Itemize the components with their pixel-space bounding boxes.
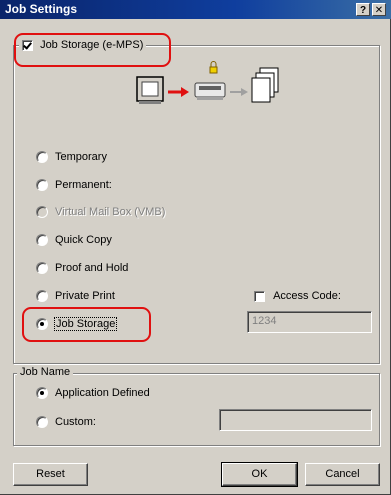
radio-application-defined[interactable] [36,387,48,400]
pages-stack-icon [251,67,279,103]
access-code-label: Access Code: [273,290,341,303]
radio-temporary[interactable] [36,151,48,164]
access-code-check[interactable] [254,290,265,302]
window-title: Job Settings [5,2,78,16]
option-proof-and-hold[interactable]: Proof and Hold [36,262,128,278]
option-custom[interactable]: Custom: [36,416,96,432]
option-custom-label: Custom: [55,416,96,429]
radio-quick-copy[interactable] [36,234,48,247]
option-proof-and-hold-label: Proof and Hold [55,262,129,275]
custom-job-name-field [219,409,372,431]
job-storage-illustration [136,61,279,104]
radio-private-print[interactable] [36,290,48,303]
title-bar: Job Settings ? ✕ [0,0,391,19]
cancel-button[interactable]: Cancel [305,463,380,486]
radio-virtual-mail-box [36,206,48,219]
job-name-legend: Job Name [17,366,74,378]
access-code-field: 1234 [247,311,372,333]
reset-button[interactable]: Reset [13,463,88,486]
option-permanent[interactable]: Permanent: [36,179,112,195]
option-virtual-mail-box: Virtual Mail Box (VMB) [36,206,165,222]
printer-lock-icon [194,61,226,100]
option-temporary[interactable]: Temporary [36,151,107,167]
option-application-defined-label: Application Defined [55,387,150,400]
ok-button[interactable]: OK [221,462,298,487]
option-temporary-label: Temporary [55,151,107,164]
option-quick-copy-label: Quick Copy [55,234,112,247]
radio-permanent[interactable] [36,179,48,192]
option-application-defined[interactable]: Application Defined [36,387,150,403]
red-arrow-icon [168,87,189,97]
close-button[interactable]: ✕ [372,3,386,16]
option-private-print-label: Private Print [55,290,115,303]
gray-arrow-icon [230,88,248,96]
job-settings-dialog: Job Settings ? ✕ Job Storage (e-MPS) Tem… [0,0,391,495]
radio-custom[interactable] [36,416,48,429]
option-quick-copy[interactable]: Quick Copy [36,234,112,250]
monitor-icon [136,76,164,104]
highlight-job-storage-option [22,307,151,342]
option-private-print[interactable]: Private Print [36,290,115,306]
option-virtual-mail-box-label: Virtual Mail Box (VMB) [55,206,166,219]
help-button[interactable]: ? [356,3,370,16]
access-code-checkbox[interactable]: Access Code: [254,290,341,302]
option-permanent-label: Permanent: [55,179,112,192]
radio-proof-and-hold[interactable] [36,262,48,275]
